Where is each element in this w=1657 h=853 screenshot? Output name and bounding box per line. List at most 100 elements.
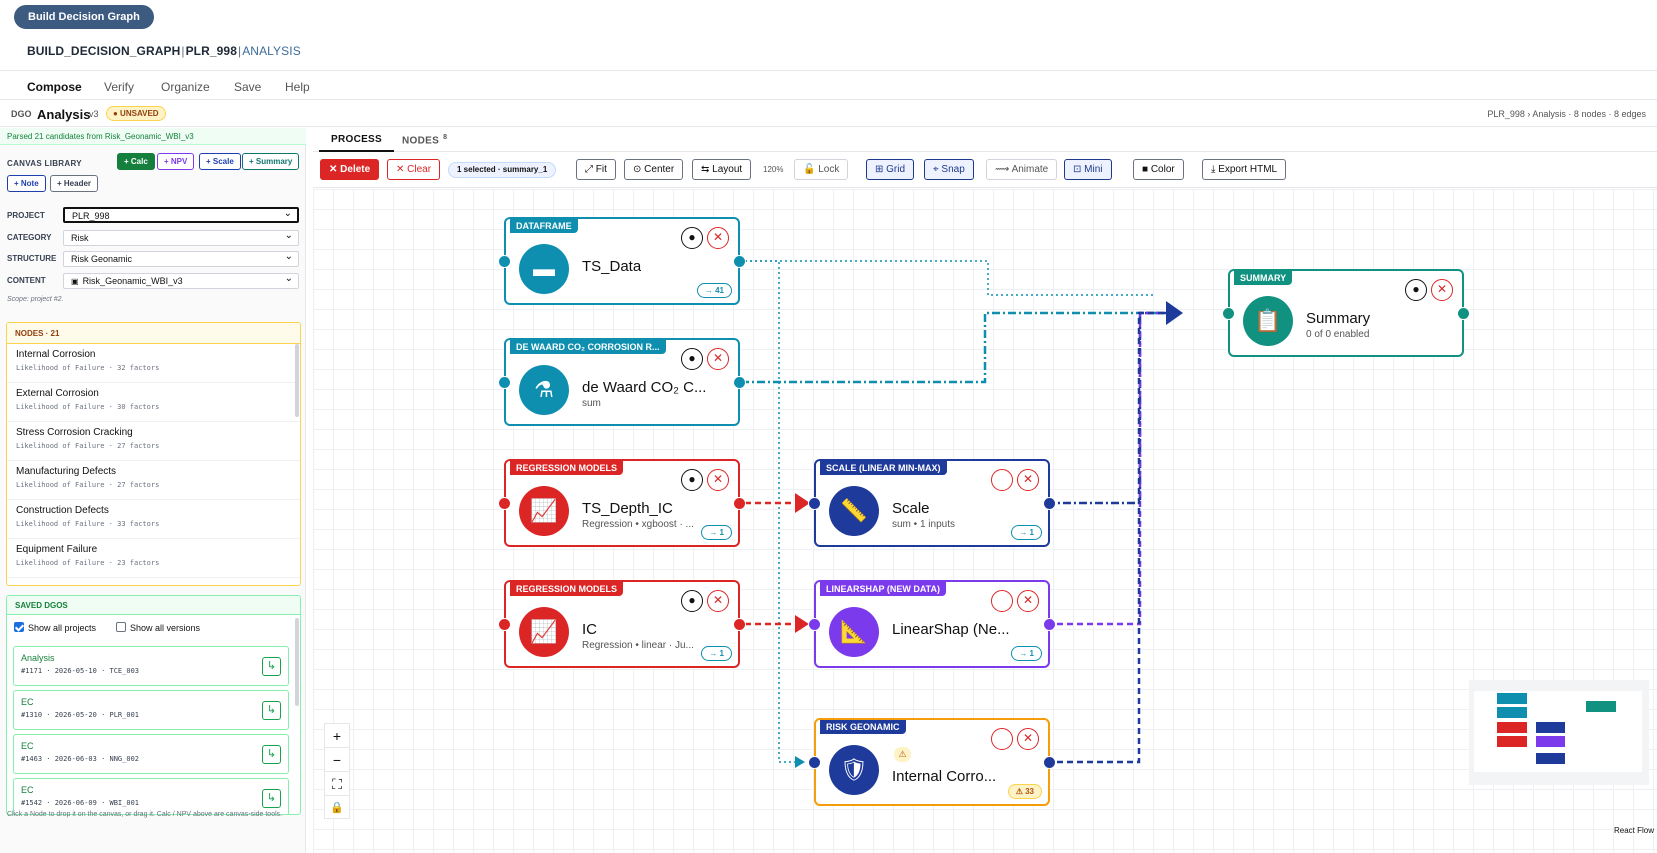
list-item[interactable]: Manufacturing Defects Likelihood of Failu… [7, 461, 300, 500]
close-icon[interactable]: ✕ [707, 348, 729, 370]
minimap[interactable] [1469, 680, 1649, 785]
structure-select[interactable]: Risk Geonamic ⌄ [63, 251, 299, 267]
radio-selected-icon[interactable]: ● [1405, 279, 1427, 301]
add-calc-button[interactable]: + Calc [117, 153, 155, 170]
close-icon[interactable]: ✕ [707, 227, 729, 249]
checkbox-checked[interactable] [14, 622, 24, 632]
load-icon[interactable]: ↳ [262, 745, 281, 764]
show-all-projects-checkbox[interactable]: Show all projects [14, 622, 96, 633]
animate-toggle[interactable]: ⟿ Animate [986, 159, 1058, 180]
edge-risk-summary[interactable] [1047, 311, 1168, 764]
clear-button[interactable]: ✕ Clear [387, 159, 441, 180]
input-handle[interactable] [808, 618, 821, 631]
radio-empty-icon[interactable] [991, 469, 1013, 491]
color-button[interactable]: ■ Color [1133, 159, 1184, 180]
list-item[interactable]: Construction Defects Likelihood of Failur… [7, 500, 300, 539]
input-handle[interactable] [498, 497, 511, 510]
content-select[interactable]: ▣ Risk_Geonamic_WBI_v3 ⌄ [63, 273, 299, 289]
load-icon[interactable]: ↳ [262, 657, 281, 676]
radio-empty-icon[interactable] [991, 590, 1013, 612]
output-handle[interactable] [733, 497, 746, 510]
grid-toggle[interactable]: ⊞ Grid [866, 159, 915, 180]
close-icon[interactable]: ✕ [1017, 728, 1039, 750]
radio-empty-icon[interactable] [991, 728, 1013, 750]
nodes-scrollbar[interactable] [295, 344, 299, 417]
radio-selected-icon[interactable]: ● [681, 227, 703, 249]
tab-nodes[interactable]: NODES 8 [402, 134, 447, 146]
project-select[interactable]: PLR_998 ⌄ [63, 207, 299, 223]
react-flow-attribution[interactable]: React Flow [1614, 826, 1654, 835]
snap-toggle[interactable]: ⌖ Snap [924, 159, 974, 180]
add-note-button[interactable]: + Note [7, 175, 46, 192]
close-icon[interactable]: ✕ [707, 469, 729, 491]
fit-view-button[interactable]: ⛶ [325, 772, 349, 796]
tab-process[interactable]: PROCESS [318, 134, 395, 152]
node-de-waard[interactable]: DE WAARD CO₂ CORROSION R... ⚗ de Waard C… [498, 338, 746, 426]
center-button[interactable]: ⊙ Center [624, 159, 684, 180]
close-icon[interactable]: ✕ [1017, 469, 1039, 491]
output-handle[interactable] [1457, 307, 1470, 320]
show-all-versions-checkbox[interactable]: Show all versions [116, 622, 200, 633]
output-handle[interactable] [733, 255, 746, 268]
edge-linearshap-summary[interactable] [1047, 311, 1168, 626]
edge-dewaard-summary[interactable] [725, 311, 1163, 384]
radio-selected-icon[interactable]: ● [681, 469, 703, 491]
category-select[interactable]: Risk ⌄ [63, 230, 299, 246]
list-item[interactable]: Stress Corrosion Cracking Likelihood of F… [7, 422, 300, 461]
node-ts-depth-ic[interactable]: REGRESSION MODELS 📈 TS_Depth_IC Regressi… [498, 459, 746, 547]
lock-button[interactable]: 🔓 Lock [794, 159, 849, 180]
load-icon[interactable]: ↳ [262, 789, 281, 808]
input-handle[interactable] [808, 756, 821, 769]
output-handle[interactable] [733, 618, 746, 631]
node-ts-data[interactable]: DATAFRAME ▬ TS_Data ● ✕ → 41 [498, 217, 746, 305]
edge-tsdata-summary[interactable] [725, 260, 1153, 296]
menu-verify[interactable]: Verify [104, 80, 134, 94]
close-icon[interactable]: ✕ [707, 590, 729, 612]
input-handle[interactable] [498, 255, 511, 268]
output-handle[interactable] [733, 376, 746, 389]
saved-dgo-item[interactable]: EC #1463 · 2026-06-03 · NNG_002 ↳ [13, 734, 289, 774]
saved-dgo-item[interactable]: EC #1310 · 2026-05-20 · PLR_001 ↳ [13, 690, 289, 730]
minimap-toggle[interactable]: ⊡ Mini [1064, 159, 1112, 180]
menu-compose[interactable]: Compose [27, 80, 82, 94]
load-icon[interactable]: ↳ [262, 701, 281, 720]
edge-scale-summary[interactable] [1047, 311, 1168, 505]
close-icon[interactable]: ✕ [1017, 590, 1039, 612]
output-handle[interactable] [1043, 756, 1056, 769]
add-header-button[interactable]: + Header [50, 175, 99, 192]
node-linearshap[interactable]: LINEARSHAP (NEW DATA) 📐 LinearShap (Ne..… [808, 580, 1056, 668]
saved-scrollbar[interactable] [295, 618, 299, 706]
close-icon[interactable]: ✕ [1431, 279, 1453, 301]
menu-help[interactable]: Help [285, 80, 310, 94]
add-npv-button[interactable]: + NPV [157, 153, 195, 170]
list-item[interactable]: External Corrosion Likelihood of Failure … [7, 383, 300, 422]
saved-dgo-item[interactable]: Analysis #1171 · 2026-05-10 · TCE_003 ↳ [13, 646, 289, 686]
input-handle[interactable] [808, 497, 821, 510]
fit-button[interactable]: ⤢ Fit [576, 159, 616, 180]
input-handle[interactable] [1222, 307, 1235, 320]
output-handle[interactable] [1043, 497, 1056, 510]
radio-selected-icon[interactable]: ● [681, 590, 703, 612]
layout-button[interactable]: ⇆ Layout [692, 159, 752, 180]
add-summary-button[interactable]: + Summary [242, 153, 300, 170]
node-risk-geonamic[interactable]: RISK GEONAMIC 🛡 ⚠ Internal Corro... ✕ ⚠ … [808, 718, 1056, 806]
menu-save[interactable]: Save [234, 80, 261, 94]
output-handle[interactable] [1043, 618, 1056, 631]
zoom-in-button[interactable]: + [325, 724, 349, 748]
input-handle[interactable] [498, 618, 511, 631]
lock-icon[interactable]: 🔒 [325, 796, 349, 820]
flow-canvas[interactable]: DATAFRAME ▬ TS_Data ● ✕ → 41 DE WAARD CO… [313, 189, 1657, 853]
radio-selected-icon[interactable]: ● [681, 348, 703, 370]
list-item[interactable]: Equipment Failure Likelihood of Failure ·… [7, 539, 300, 578]
zoom-out-button[interactable]: − [325, 748, 349, 772]
export-html-button[interactable]: ⤓ Export HTML [1202, 159, 1287, 180]
list-item[interactable]: Internal Corrosion Likelihood of Failure … [7, 344, 300, 383]
input-handle[interactable] [498, 376, 511, 389]
add-scale-button[interactable]: + Scale [199, 153, 241, 170]
node-summary[interactable]: SUMMARY 📋 Summary 0 of 0 enabled ● ✕ [1222, 269, 1470, 357]
checkbox-unchecked[interactable] [116, 622, 126, 632]
build-decision-graph-button[interactable]: Build Decision Graph [14, 5, 154, 29]
delete-button[interactable]: ✕ Delete [320, 159, 380, 180]
node-scale[interactable]: SCALE (LINEAR MIN-MAX) 📏 Scale sum • 1 i… [808, 459, 1056, 547]
node-ic[interactable]: REGRESSION MODELS 📈 IC Regression • line… [498, 580, 746, 668]
